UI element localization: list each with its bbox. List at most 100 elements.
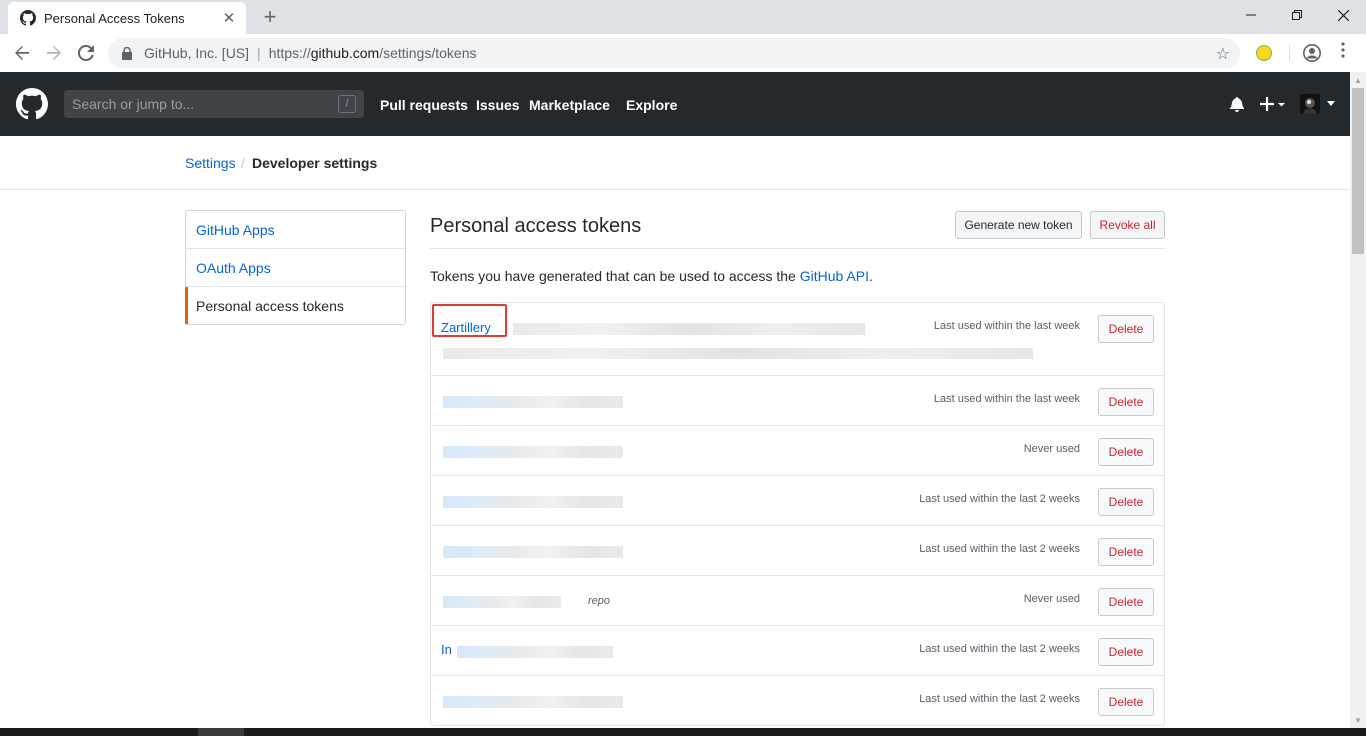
redacted-scopes (443, 348, 1033, 359)
token-row: repo Never used Delete (431, 575, 1164, 625)
redacted-token-name (443, 596, 561, 608)
token-last-used: Last used within the last week (933, 320, 1080, 332)
menu-item-github-apps[interactable]: GitHub Apps (186, 211, 405, 249)
token-row: Never used Delete (431, 425, 1164, 475)
redacted-token-name (457, 646, 613, 658)
github-header: Search or jump to... / Pull requests Iss… (0, 72, 1350, 136)
profile-icon[interactable] (1303, 44, 1321, 62)
minimize-icon (1246, 14, 1256, 16)
os-taskbar (0, 728, 1366, 736)
redacted-token-name (443, 446, 623, 458)
reload-icon (78, 45, 94, 61)
github-api-link[interactable]: GitHub API (800, 268, 869, 284)
token-list: Zartillery Last used within the last wee… (430, 302, 1165, 726)
generate-new-token-button[interactable]: Generate new token (955, 211, 1082, 239)
restore-icon (1292, 10, 1302, 20)
address-separator: | (257, 45, 261, 61)
redacted-token-name (443, 496, 623, 508)
intro-end: . (868, 268, 873, 284)
token-last-used: Last used within the last 2 weeks (919, 643, 1080, 655)
delete-token-button[interactable]: Delete (1098, 588, 1154, 616)
user-avatar-menu[interactable] (1300, 72, 1336, 136)
token-row: Zartillery Last used within the last wee… (431, 303, 1164, 375)
delete-token-button[interactable]: Delete (1098, 388, 1154, 416)
delete-token-button[interactable]: Delete (1098, 488, 1154, 516)
redacted-token-name (443, 696, 623, 708)
nav-pull-requests[interactable]: Pull requests (380, 97, 468, 113)
url-host: github.com (310, 45, 380, 61)
reload-button[interactable] (74, 41, 98, 65)
delete-token-button[interactable]: Delete (1098, 638, 1154, 666)
token-last-used: Last used within the last 2 weeks (919, 543, 1080, 555)
new-tab-button[interactable]: + (258, 5, 282, 29)
redacted-description (513, 323, 865, 335)
nav-explore[interactable]: Explore (626, 97, 677, 113)
delete-token-button[interactable]: Delete (1098, 315, 1154, 343)
scroll-down-arrow-icon[interactable]: ▼ (1350, 712, 1366, 728)
nav-issues[interactable]: Issues (476, 97, 520, 113)
menu-item-oauth-apps[interactable]: OAuth Apps (186, 249, 405, 287)
notifications-bell-icon[interactable] (1230, 72, 1244, 136)
title-divider (430, 248, 1165, 249)
menu-item-personal-access-tokens[interactable]: Personal access tokens (185, 287, 405, 324)
address-bar[interactable]: GitHub, Inc. [US] | https://github.com/s… (108, 38, 1240, 68)
browser-tab-strip: Personal Access Tokens ✕ + (0, 0, 1366, 34)
back-arrow-icon (15, 46, 29, 60)
page-title: Personal access tokens (430, 215, 642, 237)
token-scope-note: repo (588, 595, 611, 607)
chevron-down-icon (1327, 101, 1335, 106)
search-placeholder: Search or jump to... (72, 96, 195, 112)
token-last-used: Never used (1023, 443, 1080, 455)
breadcrumb: Settings / Developer settings (0, 136, 1350, 190)
back-button[interactable] (10, 41, 34, 65)
site-identity: GitHub, Inc. [US] (144, 45, 250, 61)
bookmark-star-icon[interactable]: ☆ (1216, 44, 1230, 64)
forward-button[interactable] (42, 41, 66, 65)
browser-menu-icon[interactable] (1336, 42, 1350, 62)
plus-icon (1260, 97, 1285, 111)
token-last-used: Last used within the last 2 weeks (919, 693, 1080, 705)
search-input[interactable]: Search or jump to... / (64, 90, 364, 118)
create-new-button[interactable] (1260, 72, 1286, 136)
toolbar-divider (1289, 45, 1290, 61)
redacted-token-name (443, 546, 623, 558)
close-window-button[interactable] (1320, 0, 1366, 30)
token-row: Last used within the last 2 weeks Delete (431, 525, 1164, 575)
close-icon (1337, 9, 1349, 21)
tab-close-icon[interactable]: ✕ (220, 9, 238, 27)
page-scrollbar[interactable]: ▲ ▼ (1350, 72, 1366, 728)
url-text: https://github.com/settings/tokens (269, 45, 477, 61)
breadcrumb-current: Developer settings (252, 155, 378, 171)
token-row: Last used within the last week Delete (431, 375, 1164, 425)
token-row: Last used within the last 2 weeks Delete (431, 675, 1164, 725)
extension-icon[interactable] (1256, 45, 1272, 61)
restore-button[interactable] (1274, 0, 1320, 30)
delete-token-button[interactable]: Delete (1098, 438, 1154, 466)
minimize-button[interactable] (1228, 0, 1274, 30)
forward-arrow-icon (47, 46, 61, 60)
delete-token-button[interactable]: Delete (1098, 688, 1154, 716)
url-scheme: https:// (268, 45, 311, 61)
token-last-used: Never used (1023, 593, 1080, 605)
lock-icon (120, 46, 134, 60)
token-row: In Last used within the last 2 weeks Del… (431, 625, 1164, 675)
github-favicon-icon (20, 10, 36, 26)
tab-title: Personal Access Tokens (44, 10, 185, 26)
github-logo-icon[interactable] (16, 88, 48, 120)
delete-token-button[interactable]: Delete (1098, 538, 1154, 566)
browser-tab[interactable]: Personal Access Tokens ✕ (8, 2, 246, 34)
scrollbar-thumb[interactable] (1352, 88, 1364, 254)
token-name-link[interactable]: In (441, 642, 452, 657)
intro-text: Tokens you have generated that can be us… (430, 268, 873, 284)
revoke-all-button[interactable]: Revoke all (1090, 211, 1165, 239)
browser-toolbar: GitHub, Inc. [US] | https://github.com/s… (0, 34, 1366, 73)
url-path: /settings/tokens (379, 45, 477, 61)
nav-marketplace[interactable]: Marketplace (529, 97, 610, 113)
intro-body: Tokens you have generated that can be us… (430, 268, 800, 284)
breadcrumb-separator: / (241, 155, 245, 171)
scroll-up-arrow-icon[interactable]: ▲ (1350, 72, 1366, 88)
breadcrumb-settings-link[interactable]: Settings (185, 155, 236, 171)
taskbar-active-app[interactable] (198, 728, 244, 736)
token-last-used: Last used within the last 2 weeks (919, 493, 1080, 505)
avatar (1300, 94, 1320, 114)
